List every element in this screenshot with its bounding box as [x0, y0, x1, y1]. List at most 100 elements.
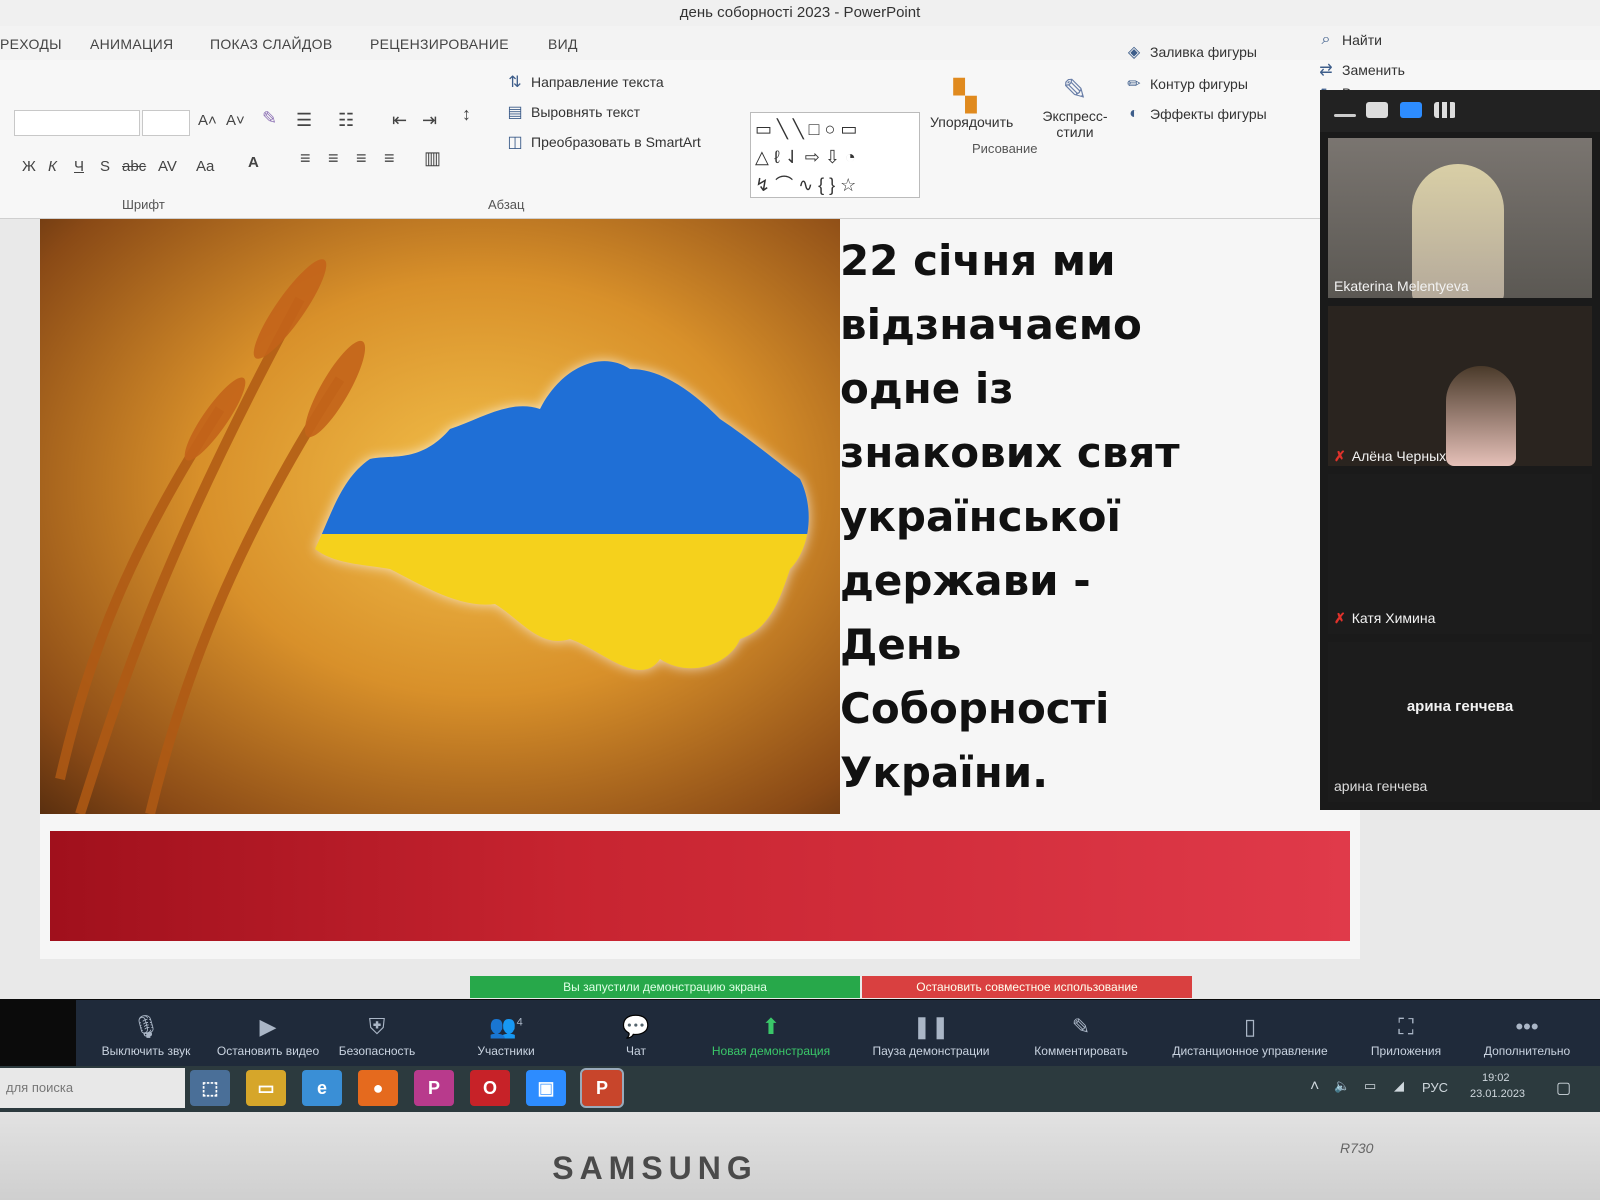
font-name-field[interactable]: [14, 110, 140, 136]
decrease-indent-icon[interactable]: ⇤: [392, 110, 407, 131]
language-indicator[interactable]: РУС: [1422, 1080, 1448, 1095]
minimize-icon[interactable]: [1334, 114, 1356, 117]
shadow-button[interactable]: S: [100, 158, 110, 175]
bold-button[interactable]: Ж: [22, 158, 36, 175]
tab-slide-show[interactable]: ПОКАЗ СЛАЙДОВ: [210, 36, 332, 52]
align-left-icon[interactable]: ≡: [300, 148, 311, 169]
columns-icon[interactable]: ▥: [424, 148, 441, 169]
shape-fill-button[interactable]: ◈ Заливка фигуры: [1124, 42, 1257, 62]
remote-control-icon: ▯: [1243, 1014, 1257, 1039]
gallery-view-icon[interactable]: [1434, 102, 1456, 118]
stop-share-button[interactable]: Остановить совместное использование: [862, 976, 1192, 998]
italic-button[interactable]: К: [48, 158, 57, 175]
slide-text-line: День: [840, 620, 962, 669]
window-title: день соборності 2023 - PowerPoint: [679, 4, 921, 21]
opera-icon[interactable]: O: [470, 1070, 510, 1106]
arrange-button[interactable]: ▚ Упорядочить: [930, 80, 1014, 130]
remote-control-button[interactable]: ▯ Дистанционное управление: [1150, 1000, 1350, 1066]
align-text-button[interactable]: ▤ Выровнять текст: [505, 102, 640, 122]
single-view-icon[interactable]: [1366, 102, 1388, 118]
character-spacing-button[interactable]: AV: [158, 158, 177, 175]
powerpoint-icon[interactable]: P: [580, 1068, 624, 1108]
wheat-field-photo: [40, 219, 840, 814]
annotate-button[interactable]: ✎ Комментировать: [1016, 1000, 1146, 1066]
stop-video-button[interactable]: ▶ Остановить видео: [206, 1000, 330, 1066]
notifications-icon[interactable]: ▢: [1556, 1078, 1571, 1098]
edge-icon[interactable]: e: [302, 1070, 342, 1106]
change-case-button[interactable]: Aa: [196, 158, 214, 175]
new-share-button[interactable]: ⬆ Новая демонстрация: [696, 1000, 846, 1066]
apps-button[interactable]: ⛶ Приложения: [1356, 1000, 1456, 1066]
tab-animations[interactable]: АНИМАЦИЯ: [90, 36, 173, 52]
quick-styles-button[interactable]: ✎ Экспресс- стили: [1030, 74, 1120, 140]
pause-share-button[interactable]: ❚❚ Пауза демонстрации: [856, 1000, 1006, 1066]
participant-tile[interactable]: ✗ Алёна Черных: [1328, 306, 1592, 466]
tab-review[interactable]: РЕЦЕНЗИРОВАНИЕ: [370, 36, 509, 52]
underline-button[interactable]: Ч: [74, 158, 84, 175]
network-icon[interactable]: ▭: [1364, 1078, 1376, 1094]
shape-outline-label: Контур фигуры: [1150, 76, 1248, 92]
clock-time[interactable]: 19:02: [1482, 1072, 1510, 1084]
clock-date[interactable]: 23.01.2023: [1470, 1088, 1525, 1100]
mute-label: Выключить звук: [101, 1044, 191, 1058]
shape-effects-button[interactable]: ◐ Эффекты фигуры: [1124, 104, 1267, 124]
arrange-label: Упорядочить: [930, 114, 1014, 130]
increase-indent-icon[interactable]: ⇥: [422, 110, 437, 131]
file-explorer-icon[interactable]: ▭: [246, 1070, 286, 1106]
chevron-up-icon[interactable]: ˄: [1310, 1078, 1319, 1096]
participant-tile[interactable]: Ekaterina Melentyeva: [1328, 138, 1592, 298]
chat-button[interactable]: 💬 Чат: [606, 1000, 666, 1066]
font-color-button[interactable]: A: [248, 154, 259, 171]
security-button[interactable]: ⛨ Безопасность: [332, 1000, 422, 1066]
smartart-button[interactable]: ◫ Преобразовать в SmartArt: [505, 132, 700, 152]
replace-label: Заменить: [1342, 62, 1405, 78]
firefox-icon[interactable]: ●: [358, 1070, 398, 1106]
share-screen-icon: ⬆: [761, 1014, 781, 1039]
participant-video: [1446, 366, 1516, 466]
participant-name: арина генчева: [1334, 778, 1428, 794]
p-icon[interactable]: P: [414, 1070, 454, 1106]
apps-label: Приложения: [1370, 1044, 1442, 1058]
align-center-icon[interactable]: ≡: [328, 148, 339, 169]
shape-effects-label: Эффекты фигуры: [1150, 106, 1267, 122]
shape-outline-button[interactable]: ✏ Контур фигуры: [1124, 74, 1248, 94]
more-button[interactable]: ••• Дополнительно: [1472, 1000, 1582, 1066]
font-size-field[interactable]: [142, 110, 190, 136]
justify-icon[interactable]: ≡: [384, 148, 395, 169]
slide[interactable]: 22 січня ми відзначаємо одне із знакових…: [40, 219, 1360, 959]
numbering-icon[interactable]: ☷: [338, 110, 354, 131]
speaker-view-icon[interactable]: [1400, 102, 1422, 118]
replace-button[interactable]: ⇄ Заменить: [1316, 60, 1405, 80]
window-title-bar: день соборності 2023 - PowerPoint: [0, 0, 1600, 26]
quick-styles-icon: ✎: [1062, 74, 1088, 107]
participants-button[interactable]: 👥4 Участники: [466, 1000, 546, 1066]
slide-text-box[interactable]: 22 січня ми відзначаємо одне із знакових…: [840, 229, 1200, 805]
participants-icon: 👥4: [489, 1014, 523, 1039]
wifi-icon[interactable]: ◢: [1394, 1078, 1404, 1094]
text-direction-button[interactable]: ⇅ Направление текста: [505, 72, 664, 92]
line-spacing-icon[interactable]: ↕: [462, 104, 471, 125]
clear-formatting-icon[interactable]: ✎: [262, 108, 277, 129]
grow-font-button[interactable]: A˄: [198, 112, 217, 129]
tab-view[interactable]: ВИД: [548, 36, 578, 52]
find-button[interactable]: ⌕ Найти: [1316, 30, 1382, 50]
shapes-gallery[interactable]: ▭╲╲□○▭ △ℓ⇃⇨⇩◔ ↯⌒∿{}☆: [750, 112, 920, 198]
app-icon[interactable]: ⬚: [190, 1070, 230, 1106]
slide-text-line: української: [840, 492, 1121, 541]
font-group-label: Шрифт: [122, 197, 165, 212]
tab-transitions[interactable]: РЕХОДЫ: [0, 36, 62, 52]
participant-tile[interactable]: ✗ Катя Химина: [1328, 474, 1592, 634]
volume-icon[interactable]: 🔈: [1334, 1078, 1350, 1094]
mute-button[interactable]: 🎙 Выключить звук: [86, 1000, 206, 1066]
more-icon: •••: [1515, 1014, 1539, 1039]
taskbar-search-input[interactable]: для поиска: [0, 1068, 185, 1108]
align-text-icon: ▤: [507, 104, 523, 121]
zoom-icon[interactable]: ▣: [526, 1070, 566, 1106]
align-right-icon[interactable]: ≡: [356, 148, 367, 169]
smartart-icon: ◫: [507, 134, 523, 151]
bullets-icon[interactable]: ☰: [296, 110, 312, 131]
shrink-font-button[interactable]: A˅: [226, 112, 245, 129]
strikethrough-button[interactable]: abc: [122, 158, 146, 175]
participant-tile[interactable]: арина генчева арина генчева: [1328, 642, 1592, 802]
text-direction-label: Направление текста: [531, 74, 664, 90]
